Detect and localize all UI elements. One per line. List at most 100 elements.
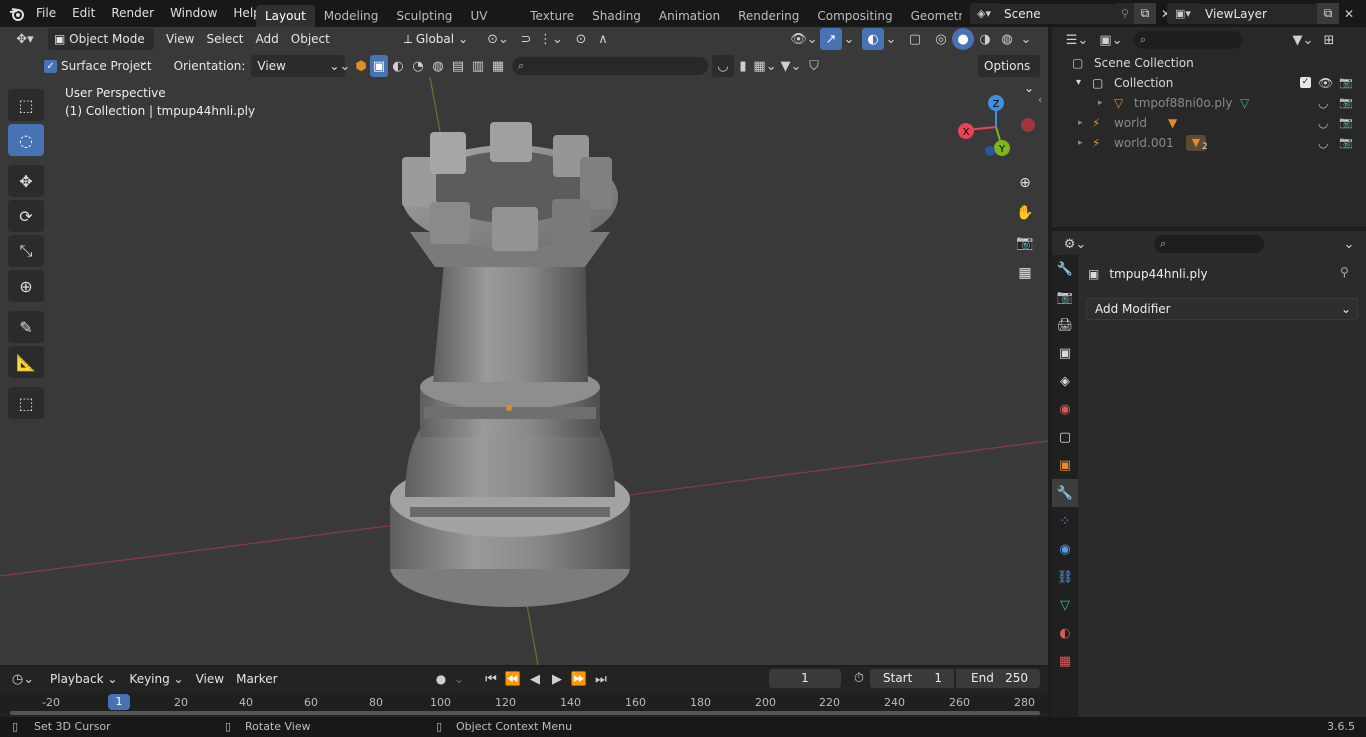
overlay-toggle-icon[interactable]: ◐ (862, 28, 884, 50)
editor-type-icon[interactable]: ✥▾ (8, 28, 42, 50)
current-frame-field[interactable]: 1 (769, 669, 841, 688)
shading-mode-icon[interactable]: ◐ (388, 55, 408, 77)
rendered-shading-icon[interactable]: ◍ (996, 28, 1018, 50)
camera-icon[interactable]: 📷 (1012, 230, 1038, 256)
outliner-search-input[interactable]: ⌕ (1134, 31, 1242, 49)
gizmo-toggle-icon[interactable]: ↗ (820, 28, 842, 50)
tab-modeling[interactable]: Modeling (315, 5, 388, 27)
timeline-editor-icon[interactable]: ◷⌄ (6, 668, 40, 690)
pin-icon[interactable]: ⚲ (1340, 265, 1349, 279)
world-tab-icon[interactable]: ◉ (1052, 395, 1078, 423)
menu-select[interactable]: Select (200, 28, 249, 50)
camera-icon[interactable]: 📷 (1339, 93, 1353, 113)
tab-texture-paint[interactable]: Texture Paint (521, 5, 583, 27)
move-tool-icon[interactable]: ✥ (8, 165, 44, 197)
include-checkbox[interactable]: ✓ (1300, 77, 1311, 88)
outliner-item[interactable]: ▸ ▽ tmpof88ni0o.ply ▽ ◡ 📷 (1052, 93, 1366, 113)
viewport-scene[interactable] (0, 27, 1048, 665)
outliner-scene-collection[interactable]: ▢ Scene Collection (1052, 53, 1366, 73)
overlay-dropdown-icon[interactable]: ⌄ (884, 28, 898, 50)
play-icon[interactable]: ▶ (546, 668, 568, 690)
filter-shape-icon[interactable]: ◡ (712, 55, 734, 77)
stopwatch-icon[interactable]: ⏱ (848, 667, 870, 689)
navigation-gizmo[interactable]: Z Y X (952, 91, 1038, 163)
chevron-down-icon[interactable]: ⌄ (452, 668, 466, 690)
grid-layout-icon[interactable]: ▦⌄ (752, 55, 778, 77)
orientation-dropdown[interactable]: View ⌄ (251, 55, 346, 77)
visibility-icon[interactable]: 👁⌄ (788, 28, 820, 50)
new-collection-icon[interactable]: ⊞ (1318, 29, 1340, 51)
tool-tab-icon[interactable]: 🔧 (1052, 255, 1078, 283)
playback-dropdown[interactable]: Playback ⌄ (44, 668, 123, 690)
object-tab-icon[interactable]: ▣ (1052, 451, 1078, 479)
pin-icon[interactable]: ⚲ (1116, 3, 1134, 24)
new-scene-icon[interactable]: ⧉ (1134, 3, 1156, 24)
texture-tab-icon[interactable]: ▦ (1052, 647, 1078, 675)
object-mode-dropdown[interactable]: ▣ Object Mode ⌄ (48, 28, 154, 68)
options-dropdown[interactable]: Options ⌄ (978, 55, 1040, 95)
annotate-tool-icon[interactable]: ✎ (8, 311, 44, 343)
transform-tool-icon[interactable]: ⊕ (8, 270, 44, 302)
particles-tab-icon[interactable]: ⁘ (1052, 507, 1078, 535)
physics-tab-icon[interactable]: ◉ (1052, 535, 1078, 563)
collection-tab-icon[interactable]: ▢ (1052, 423, 1078, 451)
modifier-tab-icon[interactable]: 🔧 (1052, 479, 1078, 507)
prev-keyframe-icon[interactable]: ⏪ (502, 668, 524, 690)
menu-add[interactable]: Add (250, 28, 285, 50)
tab-layout[interactable]: Layout (256, 4, 315, 27)
expand-arrow-icon[interactable]: ▸ (1078, 133, 1083, 153)
tab-animation[interactable]: Animation (650, 5, 729, 27)
eye-icon[interactable]: 👁 (1318, 73, 1333, 93)
shading-mode-2-icon[interactable]: ◔ (408, 55, 428, 77)
jump-start-icon[interactable]: ⏮ (480, 668, 502, 690)
end-frame-field[interactable]: End 250 (956, 669, 1040, 688)
expand-arrow-icon[interactable]: ▸ (1098, 93, 1103, 113)
next-keyframe-icon[interactable]: ⏩ (568, 668, 590, 690)
tab-compositing[interactable]: Compositing (808, 5, 901, 27)
surface-project-checkbox[interactable]: ✓ (44, 59, 57, 73)
outliner-collection[interactable]: ▾ ▢ Collection ✓ 👁 📷 (1052, 73, 1366, 93)
menu-object[interactable]: Object (285, 28, 336, 50)
keying-dropdown[interactable]: Keying ⌄ (123, 668, 189, 690)
record-icon[interactable]: ● (430, 668, 452, 690)
chevron-down-icon[interactable]: ⌄ (338, 55, 352, 77)
output-tab-icon[interactable]: 🖨 (1052, 311, 1078, 339)
chevron-down-icon[interactable]: ⌄ (1338, 233, 1360, 255)
zoom-icon[interactable]: ⊕ (1012, 170, 1038, 196)
menu-view[interactable]: View (160, 28, 200, 50)
tab-sculpting[interactable]: Sculpting (387, 5, 461, 27)
sidebar-toggle-icon[interactable]: ‹ (1038, 93, 1042, 106)
material-shading-icon[interactable]: ◑ (974, 28, 996, 50)
pivot-point-icon[interactable]: ⊙⌄ (482, 28, 514, 50)
expand-arrow-icon[interactable]: ▾ (1076, 73, 1081, 93)
measure-tool-icon[interactable]: 📐 (8, 346, 44, 378)
proportional-edit-icon[interactable]: ⊙ (570, 28, 592, 50)
bookmark-icon[interactable]: ▮ (734, 55, 752, 77)
scene-icon[interactable]: ◈▾ (970, 3, 998, 24)
snap-target-icon[interactable]: ⋮⌄ (538, 28, 564, 50)
solid-shading-icon[interactable]: ● (952, 28, 974, 50)
material-tab-icon[interactable]: ◐ (1052, 619, 1078, 647)
snap-icon[interactable]: ⊃ (514, 28, 538, 50)
scene-name-field[interactable]: Scene (998, 3, 1116, 24)
filter-icon[interactable]: ▼⌄ (778, 55, 804, 77)
shading-mode-6-icon[interactable]: ▦ (488, 55, 508, 77)
3d-viewport[interactable]: ✥▾ ▣ Object Mode ⌄ View Select Add Object… (0, 27, 1048, 665)
add-modifier-dropdown[interactable]: Add Modifier ⌄ (1086, 298, 1358, 320)
wireframe-shading-icon[interactable]: ◎ (930, 28, 952, 50)
playhead-frame[interactable]: 1 (108, 694, 130, 710)
xray-icon[interactable]: ▢ (904, 28, 926, 50)
scene-tab-icon[interactable]: ◈ (1052, 367, 1078, 395)
outliner-editor-icon[interactable]: ☰⌄ (1062, 29, 1092, 51)
outliner-item[interactable]: ▸ ⚡ world.001 ▼ 2 ◡ 📷 (1052, 133, 1366, 153)
add-cube-tool-icon[interactable]: ⬚ (8, 387, 44, 419)
scale-tool-icon[interactable]: ⤡ (8, 235, 44, 267)
play-reverse-icon[interactable]: ◀ (524, 668, 546, 690)
filter-icon[interactable]: ▼⌄ (1288, 29, 1318, 51)
eye-hidden-icon[interactable]: ◡ (1318, 133, 1328, 153)
timeline-ruler[interactable]: -20 1 20 40 60 80 100 120 140 160 180 20… (0, 693, 1048, 713)
eye-hidden-icon[interactable]: ◡ (1318, 93, 1328, 113)
timeline-view-menu[interactable]: View (190, 668, 230, 690)
tab-rendering[interactable]: Rendering (729, 5, 808, 27)
camera-icon[interactable]: 📷 (1339, 133, 1353, 153)
